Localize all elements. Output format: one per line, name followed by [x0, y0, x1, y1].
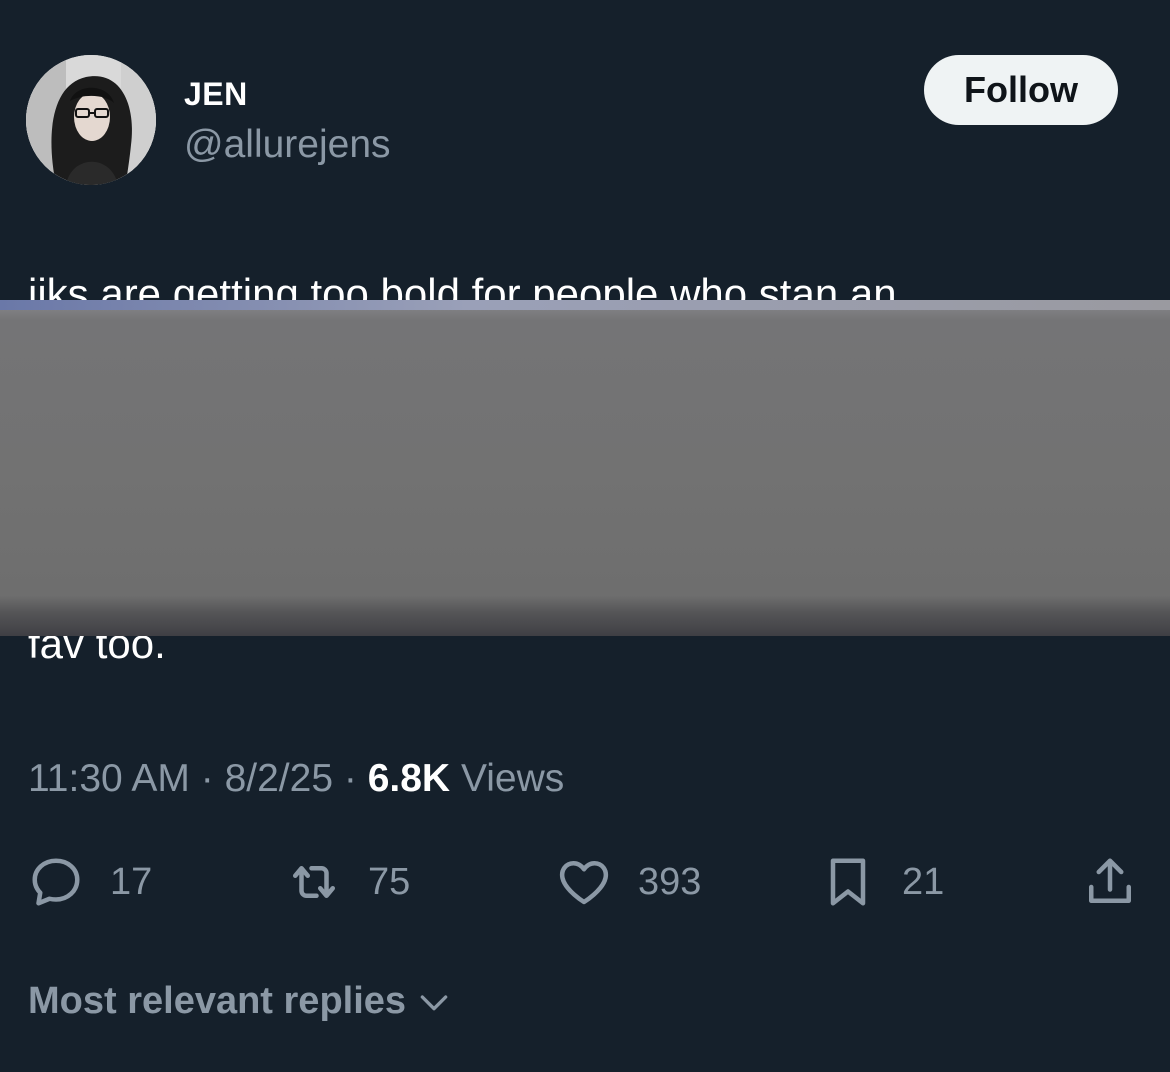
retweet-count: 75: [368, 860, 411, 903]
redaction-bar: [0, 300, 1170, 636]
share-button[interactable]: [1080, 852, 1140, 912]
tweet-date[interactable]: 8/2/25: [225, 757, 333, 800]
author-handle[interactable]: @allurejens: [184, 123, 391, 167]
author-display-name[interactable]: JEN: [184, 76, 248, 113]
redaction-bar-edge: [0, 300, 1170, 310]
follow-button[interactable]: Follow: [924, 55, 1118, 125]
tweet-meta: 11:30 AM · 8/2/25 · 6.8K Views: [28, 757, 564, 801]
meta-separator: ·: [200, 757, 214, 800]
views-count[interactable]: 6.8K: [368, 757, 450, 800]
reply-count: 17: [110, 860, 153, 903]
meta-separator: ·: [343, 757, 357, 800]
replies-sort-label: Most relevant replies: [28, 980, 407, 1022]
reply-icon: [32, 858, 80, 906]
like-count: 393: [638, 860, 702, 903]
like-button[interactable]: 393: [554, 852, 701, 912]
replies-sort-dropdown[interactable]: Most relevant replies: [28, 980, 454, 1023]
bookmark-button[interactable]: 21: [818, 852, 944, 912]
bookmark-icon: [830, 858, 866, 906]
heart-icon: [559, 861, 609, 905]
avatar[interactable]: [26, 55, 156, 185]
retweet-icon: [293, 866, 335, 898]
retweet-button[interactable]: 75: [284, 852, 410, 912]
share-icon: [1089, 858, 1131, 903]
profile-photo-icon: [26, 55, 156, 185]
bookmark-count: 21: [902, 860, 945, 903]
chevron-down-icon: [420, 994, 448, 1010]
reply-button[interactable]: 17: [26, 852, 152, 912]
tweet-time[interactable]: 11:30 AM: [28, 757, 190, 800]
views-label[interactable]: Views: [461, 757, 564, 800]
